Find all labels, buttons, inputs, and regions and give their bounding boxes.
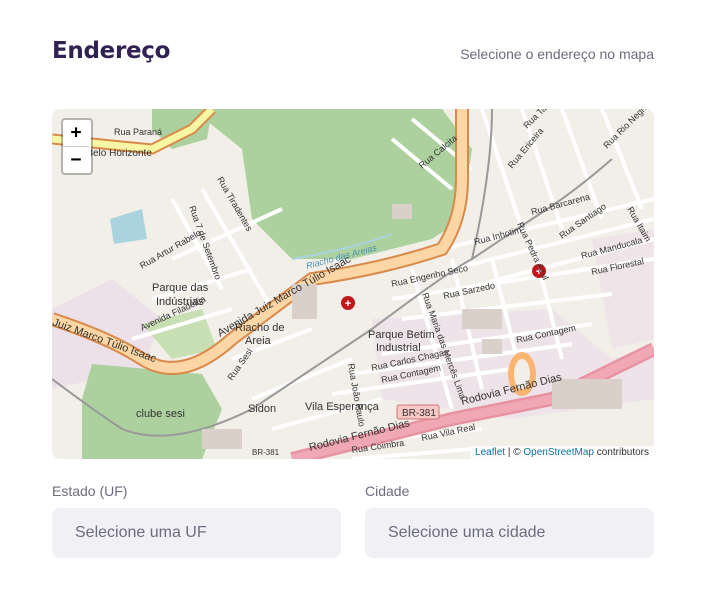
zoom-out-button[interactable]: −	[63, 146, 89, 173]
cidade-select[interactable]: Selecione uma cidade	[365, 508, 654, 558]
map-label: Rua Sesi	[225, 346, 254, 382]
map-label: Rua Paraná	[114, 127, 162, 137]
attribution-separator: | ©	[505, 447, 524, 458]
openstreetmap-link[interactable]: OpenStreetMap	[523, 447, 594, 458]
estado-label: Estado (UF)	[52, 483, 128, 499]
map-label: Sidon	[248, 403, 276, 415]
map-label: clube sesi	[136, 408, 185, 420]
map-tiles[interactable]: + + Av. Belo Horizonte Rua Paraná Parque…	[52, 109, 654, 459]
attribution-suffix: contributors	[593, 447, 649, 458]
svg-text:+: +	[345, 298, 351, 310]
map-label: Rua Sarzedo	[442, 280, 495, 301]
map-label: Rua Inhotim	[473, 225, 522, 247]
map-label: Parque das	[152, 282, 209, 294]
map-container[interactable]: + + Av. Belo Horizonte Rua Paraná Parque…	[52, 109, 654, 459]
map-label: Parque Betim	[368, 329, 435, 341]
zoom-control: + −	[61, 118, 93, 175]
map-label: Rua Tavora	[521, 109, 561, 130]
map-label: Vila Esperança	[305, 401, 380, 413]
map-hint: Selecione o endereço no mapa	[460, 46, 654, 62]
map-label: Rua Barcarena	[530, 192, 591, 217]
map-label: Areia	[245, 335, 272, 347]
estado-select[interactable]: Selecione uma UF	[52, 508, 341, 558]
map-label: Industrial	[376, 342, 421, 354]
leaflet-link[interactable]: Leaflet	[475, 447, 505, 458]
map-label: BR-381	[252, 448, 280, 457]
water-body	[110, 209, 147, 244]
zoom-in-button[interactable]: +	[63, 120, 89, 146]
cidade-label: Cidade	[365, 483, 410, 499]
section-title: Endereço	[52, 38, 171, 64]
map-attribution: Leaflet | © OpenStreetMap contributors	[470, 446, 654, 459]
